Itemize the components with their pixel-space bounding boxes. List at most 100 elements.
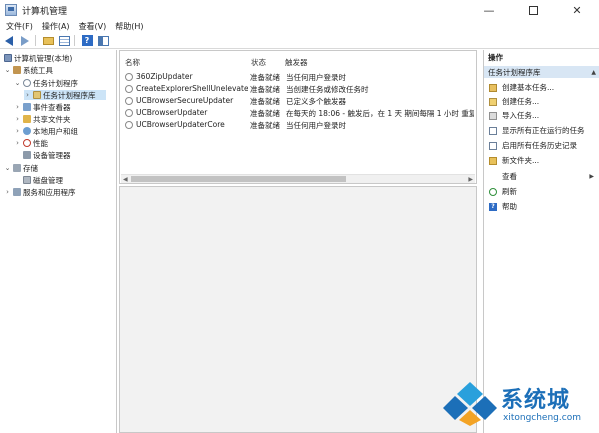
show-action-pane-button[interactable]: [96, 34, 110, 48]
device-manager-icon: [23, 151, 31, 159]
menu-action[interactable]: 操作(A): [39, 21, 73, 32]
title-bar: 计算机管理 — ✕: [0, 0, 599, 20]
tree-item-task-library[interactable]: › 任务计划程序库: [24, 90, 106, 100]
maximize-button[interactable]: [511, 0, 555, 20]
task-clock-icon: [125, 85, 133, 93]
xitongcheng-logo-icon: [443, 382, 497, 426]
import-icon: [489, 111, 497, 120]
show-console-tree-button[interactable]: [57, 34, 71, 48]
scrollbar-thumb[interactable]: [131, 176, 346, 182]
task-detail-pane: [119, 186, 477, 433]
column-header-name[interactable]: 名称: [125, 57, 140, 68]
minimize-button[interactable]: —: [467, 0, 511, 20]
table-row[interactable]: UCBrowserUpdaterCore 准备就绪 当任何用户登录时: [120, 119, 476, 131]
column-header-status[interactable]: 状态: [251, 57, 266, 68]
task-status: 准备就绪: [250, 73, 280, 82]
action-refresh[interactable]: 刷新: [484, 186, 599, 197]
history-icon: [489, 141, 497, 150]
tree-item-event-viewer[interactable]: › 事件查看器: [14, 102, 70, 112]
chevron-down-icon[interactable]: ⌄: [14, 79, 21, 87]
action-show-running-tasks[interactable]: 显示所有正在运行的任务: [484, 125, 599, 136]
computer-management-icon: [5, 4, 17, 16]
tree-item-device-manager[interactable]: 设备管理器: [21, 150, 71, 160]
actions-section-task-library[interactable]: 任务计划程序库 ▲: [484, 66, 599, 78]
chevron-right-icon[interactable]: ›: [4, 188, 11, 196]
chevron-down-icon[interactable]: ⌄: [4, 164, 11, 172]
action-create-basic-task[interactable]: 创建基本任务...: [484, 82, 599, 93]
table-row[interactable]: CreateExplorerShellUnelevate... 准备就绪 当创建…: [120, 83, 476, 95]
disk-icon: [23, 176, 31, 184]
action-import-task[interactable]: 导入任务...: [484, 110, 599, 121]
back-button[interactable]: [2, 34, 16, 48]
folder-icon: [42, 36, 54, 45]
toolbar-divider: [35, 35, 36, 46]
tree-item-disk-management[interactable]: 磁盘管理: [21, 175, 63, 185]
watermark: 系统城 xitongcheng.com: [443, 380, 593, 430]
scroll-right-icon[interactable]: ▶: [468, 176, 473, 183]
navigation-tree: 计算机管理(本地) ⌄ 系统工具 ⌄ 任务计划程序 › 任务计划程序库 › 事件…: [0, 50, 117, 433]
tree-item-local-users[interactable]: › 本地用户和组: [14, 126, 78, 136]
computer-icon: [4, 54, 12, 62]
menu-bar: 文件(F) 操作(A) 查看(V) 帮助(H): [0, 20, 599, 33]
tree-item-root[interactable]: 计算机管理(本地): [2, 53, 72, 63]
action-view[interactable]: 查看 ▶: [484, 171, 599, 182]
table-row[interactable]: UCBrowserUpdater 准备就绪 在每天的 18:06 - 触发后，在…: [120, 107, 476, 119]
help-icon: ?: [489, 202, 497, 211]
tree-item-shared-folders[interactable]: › 共享文件夹: [14, 114, 70, 124]
chevron-right-icon[interactable]: ›: [14, 139, 21, 147]
scroll-left-icon[interactable]: ◀: [123, 176, 128, 183]
table-row[interactable]: 360ZipUpdater 准备就绪 当任何用户登录时: [120, 71, 476, 83]
toolbar-divider: [74, 35, 75, 46]
menu-help[interactable]: 帮助(H): [112, 21, 146, 32]
task-name: UCBrowserUpdaterCore: [136, 120, 225, 129]
task-status: 准备就绪: [250, 121, 280, 130]
task-status: 准备就绪: [250, 85, 280, 94]
task-clock-icon: [125, 121, 133, 129]
view-icon: [489, 173, 497, 181]
panel-icon: [97, 35, 109, 46]
column-header-trigger[interactable]: 触发器: [285, 57, 308, 68]
close-button[interactable]: ✕: [555, 0, 599, 20]
library-folder-icon: [33, 91, 41, 99]
task-trigger: 在每天的 18:06 - 触发后，在 1 天 期间每隔 1 小时 重复一: [286, 109, 474, 118]
menu-file[interactable]: 文件(F): [3, 21, 36, 32]
chevron-down-icon[interactable]: ⌄: [4, 66, 11, 74]
task-trigger: 当任何用户登录时: [286, 121, 346, 130]
tree-item-performance[interactable]: › 性能: [14, 138, 48, 148]
chevron-right-icon[interactable]: ›: [14, 115, 21, 123]
services-icon: [13, 188, 21, 196]
tree-item-task-scheduler[interactable]: ⌄ 任务计划程序: [14, 78, 78, 88]
storage-icon: [13, 164, 21, 172]
task-name: UCBrowserSecureUpdater: [136, 96, 234, 105]
chevron-right-icon[interactable]: ›: [14, 127, 21, 135]
help-button[interactable]: ?: [80, 34, 94, 48]
actions-header: 操作: [488, 53, 503, 62]
task-clock-icon: [125, 109, 133, 117]
event-viewer-icon: [23, 103, 31, 111]
chevron-right-icon[interactable]: ›: [14, 103, 21, 111]
action-new-folder[interactable]: 新文件夹...: [484, 155, 599, 166]
tree-item-storage[interactable]: ⌄ 存储: [4, 163, 38, 173]
task-trigger: 当任何用户登录时: [286, 73, 346, 82]
action-create-task[interactable]: 创建任务...: [484, 96, 599, 107]
users-icon: [23, 127, 31, 135]
menu-view[interactable]: 查看(V): [76, 21, 110, 32]
running-tasks-icon: [489, 126, 497, 135]
actions-pane: 操作 任务计划程序库 ▲ 创建基本任务... 创建任务... 导入任务... 显…: [483, 50, 599, 433]
collapse-icon[interactable]: ▲: [591, 69, 596, 76]
task-trigger: 已定义多个触发器: [286, 97, 346, 106]
horizontal-scrollbar[interactable]: ◀ ▶: [121, 174, 475, 183]
forward-button[interactable]: [18, 34, 32, 48]
window-title: 计算机管理: [22, 6, 68, 17]
action-help[interactable]: ? 帮助: [484, 201, 599, 212]
back-arrow-icon: [5, 35, 13, 46]
task-name: CreateExplorerShellUnelevate...: [136, 84, 248, 93]
tree-item-services[interactable]: › 服务和应用程序: [4, 187, 75, 197]
up-folder-button[interactable]: [41, 34, 55, 48]
action-enable-history[interactable]: 启用所有任务历史记录: [484, 140, 599, 151]
tree-item-system-tools[interactable]: ⌄ 系统工具: [4, 65, 53, 75]
task-status: 准备就绪: [250, 97, 280, 106]
performance-icon: [23, 139, 31, 147]
table-row[interactable]: UCBrowserSecureUpdater 准备就绪 已定义多个触发器: [120, 95, 476, 107]
chevron-right-icon[interactable]: ›: [24, 91, 31, 99]
